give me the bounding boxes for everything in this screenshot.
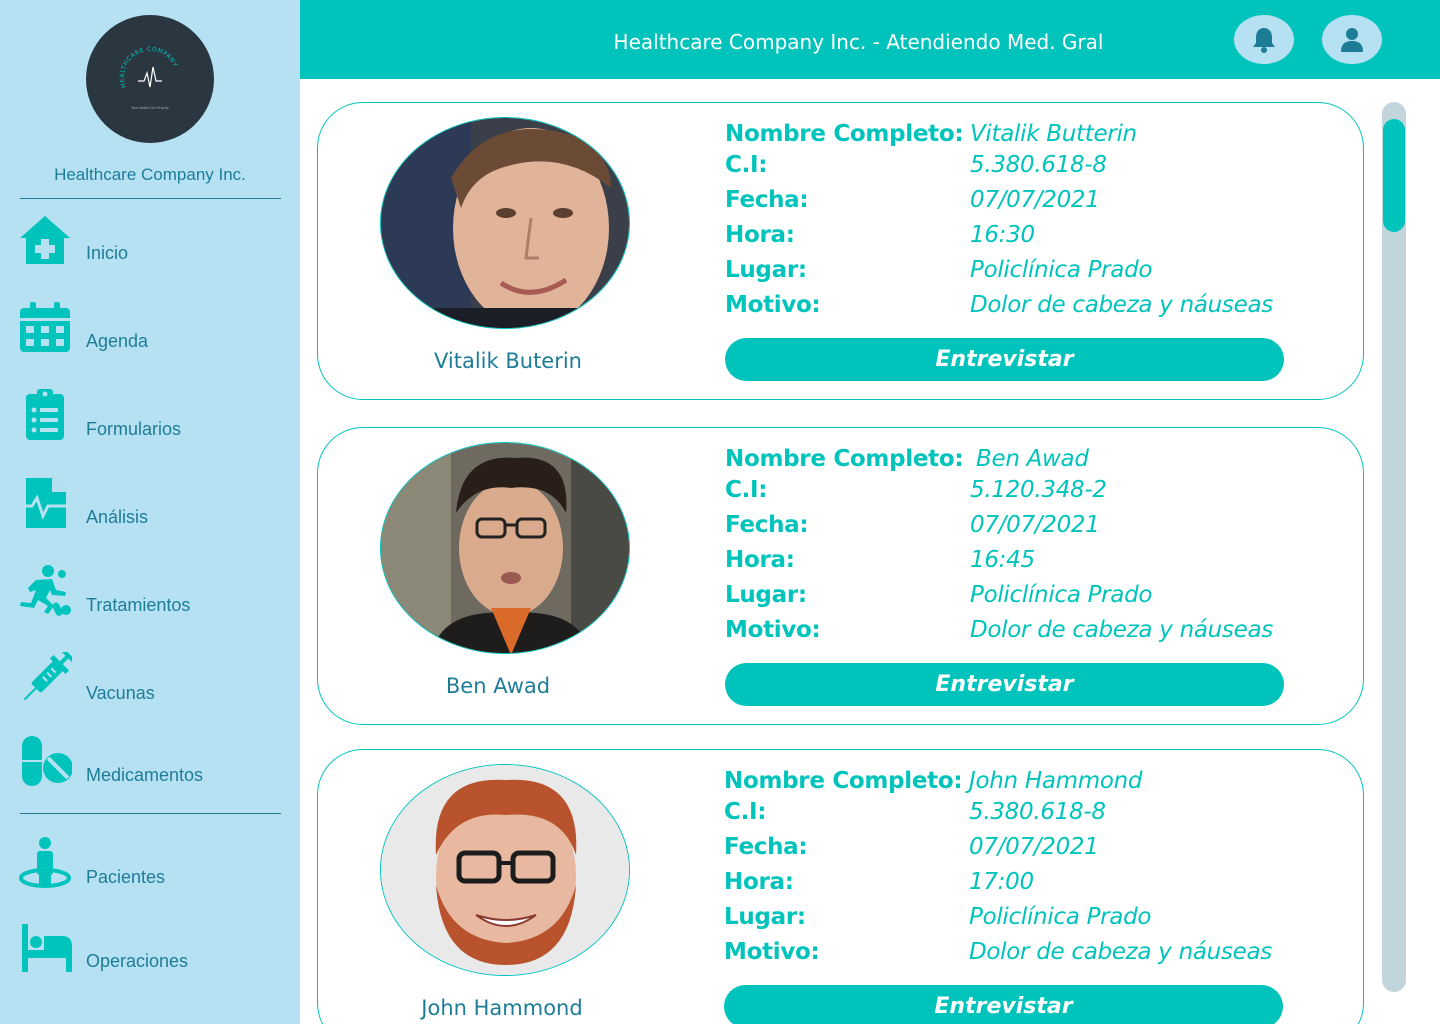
place-value: Policlínica Prado (970, 257, 1153, 283)
ci-label: C.I: (724, 799, 767, 825)
patient-photo (380, 442, 630, 654)
bell-icon (1253, 28, 1275, 53)
sidebar-item-operaciones[interactable]: Operaciones (0, 918, 300, 988)
interview-button[interactable]: Entrevistar (725, 338, 1284, 381)
clipboard-list-icon (26, 389, 64, 440)
time-label: Hora: (725, 547, 795, 573)
sidebar-item-inicio[interactable]: Inicio (0, 210, 300, 280)
place-value: Policlínica Prado (969, 904, 1152, 930)
date-value: 07/07/2021 (970, 512, 1100, 538)
sidebar-divider-bottom (20, 813, 281, 814)
sidebar: HEALTHCARE COMPANY Your Health Our Prior… (0, 0, 300, 1024)
ci-value: 5.380.618-8 (969, 799, 1106, 825)
sidebar-item-formularios[interactable]: Formularios (0, 386, 300, 456)
sidebar-item-label: Análisis (86, 507, 149, 527)
reason-label: Motivo: (725, 292, 821, 318)
sidebar-item-medicamentos[interactable]: Medicamentos (0, 732, 300, 802)
patient-photo (380, 117, 630, 329)
user-icon (1341, 28, 1363, 52)
place-value: Policlínica Prado (970, 582, 1153, 608)
name-label: Nombre Completo: (724, 768, 963, 794)
running-pills-icon (20, 565, 71, 616)
reason-label: Motivo: (724, 939, 820, 965)
time-value: 16:30 (970, 222, 1035, 248)
ci-value: 5.120.348-2 (970, 477, 1107, 503)
place-label: Lugar: (725, 257, 807, 283)
sidebar-item-label: Medicamentos (86, 765, 204, 785)
profile-button[interactable] (1322, 15, 1382, 64)
appointment-card: Vitalik Buterin Nombre Completo: Vitalik … (317, 102, 1364, 400)
name-value: Ben Awad (976, 446, 1089, 472)
patient-display-name: John Hammond (421, 996, 583, 1020)
date-value: 07/07/2021 (969, 834, 1099, 860)
date-label: Fecha: (725, 512, 809, 538)
patient-display-name: Ben Awad (445, 674, 551, 698)
ci-label: C.I: (725, 477, 768, 503)
reason-value: Dolor de cabeza y náuseas (970, 617, 1273, 643)
date-label: Fecha: (725, 187, 809, 213)
name-label: Nombre Completo: (725, 121, 964, 147)
ci-label: C.I: (725, 152, 768, 178)
appointment-details: Nombre Completo: Vitalik Butterin C.I: 5.3… (725, 121, 1345, 327)
sidebar-item-label: Vacunas (86, 683, 155, 703)
medical-file-icon (18, 478, 68, 528)
notifications-button[interactable] (1234, 15, 1294, 64)
reason-value: Dolor de cabeza y náuseas (970, 292, 1273, 318)
hospital-bed-icon (22, 924, 72, 972)
scrollbar-track[interactable] (1382, 102, 1406, 992)
patient-photo (380, 764, 630, 976)
interview-button[interactable]: Entrevistar (724, 985, 1283, 1024)
hospital-home-icon (20, 216, 70, 264)
time-label: Hora: (725, 222, 795, 248)
reason-value: Dolor de cabeza y náuseas (969, 939, 1272, 965)
sidebar-item-agenda[interactable]: Agenda (0, 298, 300, 368)
scrollbar-thumb[interactable] (1383, 119, 1405, 232)
time-value: 16:45 (970, 547, 1035, 573)
sidebar-item-label: Inicio (86, 243, 129, 263)
reason-label: Motivo: (725, 617, 821, 643)
appointment-card: Ben Awad Nombre Completo: Ben Awad C.I: 5.… (317, 427, 1364, 725)
company-name: Healthcare Company Inc. (54, 165, 246, 184)
patient-display-name: Vitalik Buterin (434, 349, 582, 373)
company-logo: HEALTHCARE COMPANY Your Health Our Prior… (86, 15, 214, 143)
pills-icon (22, 736, 72, 786)
sidebar-item-label: Formularios (86, 419, 182, 439)
place-label: Lugar: (725, 582, 807, 608)
appointment-card: John Hammond Nombre Completo: John Hammon… (317, 749, 1364, 1024)
date-label: Fecha: (724, 834, 808, 860)
time-label: Hora: (724, 869, 794, 895)
appointment-details: Nombre Completo: Ben Awad C.I: 5.120.348-2… (725, 446, 1345, 652)
syringe-icon (23, 652, 72, 701)
sidebar-item-vacunas[interactable]: Vacunas (0, 650, 300, 720)
sidebar-item-label: Agenda (86, 331, 149, 351)
date-value: 07/07/2021 (970, 187, 1100, 213)
interview-button[interactable]: Entrevistar (725, 663, 1284, 706)
patient-icon (19, 837, 71, 888)
top-bar: Healthcare Company Inc. - Atendiendo Med… (300, 0, 1440, 79)
time-value: 17:00 (969, 869, 1034, 895)
place-label: Lugar: (724, 904, 806, 930)
appointment-details: Nombre Completo: John Hammond C.I: 5.380.6… (724, 768, 1344, 974)
sidebar-item-tratamientos[interactable]: Tratamientos (0, 562, 300, 632)
sidebar-divider-top (20, 198, 281, 199)
name-value: John Hammond (969, 768, 1143, 794)
ci-value: 5.380.618-8 (970, 152, 1107, 178)
logo-tagline: Your Health Our Priority (131, 106, 169, 110)
sidebar-item-label: Tratamientos (86, 595, 191, 615)
sidebar-item-analisis[interactable]: Análisis (0, 474, 300, 544)
name-label: Nombre Completo: (725, 446, 964, 472)
sidebar-item-label: Pacientes (86, 867, 166, 887)
sidebar-item-pacientes[interactable]: Pacientes (0, 834, 300, 904)
sidebar-item-label: Operaciones (86, 951, 189, 971)
name-value: Vitalik Butterin (970, 121, 1137, 147)
calendar-icon (20, 302, 70, 352)
